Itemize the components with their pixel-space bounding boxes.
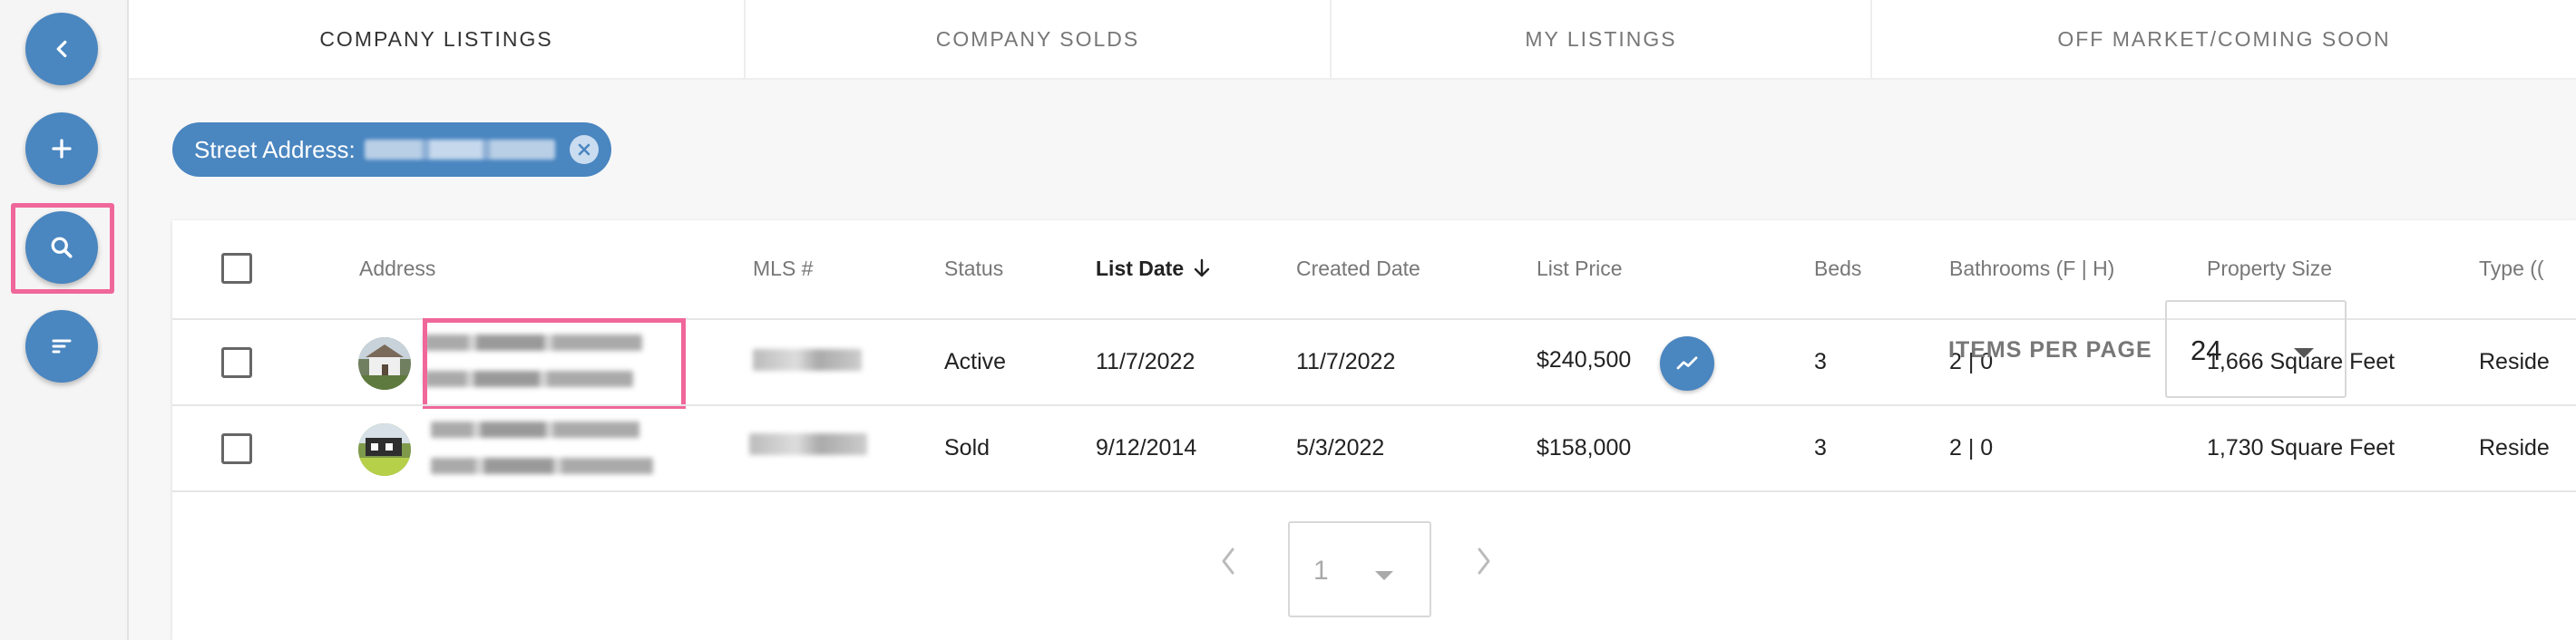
- header-type[interactable]: Type ((: [2479, 257, 2544, 281]
- header-list-date-label: List Date: [1096, 257, 1185, 280]
- row-1-created-date: 11/7/2022: [1296, 349, 1396, 374]
- street-address-filter-chip: Street Address:: [172, 122, 611, 177]
- header-mls[interactable]: MLS #: [753, 257, 813, 281]
- plus-icon: [52, 139, 72, 159]
- chevron-down-icon: [2294, 348, 2314, 358]
- chevron-left-icon: [1222, 548, 1234, 575]
- chevron-left-icon: [56, 40, 67, 58]
- row-divider: [172, 404, 2576, 406]
- row-1-list-price: $240,500: [1537, 347, 1632, 373]
- chevron-right-icon: [1478, 548, 1490, 575]
- next-page-button[interactable]: [1466, 543, 1502, 579]
- row-1-checkbox[interactable]: [221, 347, 252, 378]
- row-2-beds: 3: [1814, 435, 1827, 461]
- row-2-mls-redacted: [749, 433, 867, 455]
- add-button[interactable]: [25, 112, 98, 185]
- header-list-price[interactable]: List Price: [1537, 257, 1623, 281]
- remove-filter-button[interactable]: [570, 135, 599, 164]
- arrow-down-icon: [1194, 258, 1209, 277]
- items-per-page-label: ITEMS PER PAGE: [1948, 337, 2152, 363]
- sort-button[interactable]: [25, 310, 98, 383]
- page-number-select[interactable]: 1: [1288, 521, 1431, 617]
- header-address[interactable]: Address: [359, 257, 435, 281]
- row-1-beds: 3: [1814, 349, 1827, 374]
- tab-my-listings[interactable]: MY LISTINGS: [1332, 0, 1872, 78]
- row-1-list-date: 11/7/2022: [1096, 349, 1195, 374]
- select-all-checkbox[interactable]: [221, 253, 252, 284]
- sort-icon: [52, 339, 72, 354]
- chevron-down-icon: [1375, 571, 1393, 580]
- items-per-page-select[interactable]: 24: [2165, 300, 2347, 398]
- row-1-status: Active: [944, 349, 1007, 374]
- header-status[interactable]: Status: [944, 257, 1003, 281]
- row-2-list-date: 9/12/2014: [1096, 435, 1197, 461]
- row-2-checkbox[interactable]: [221, 433, 252, 464]
- row-2-list-price: $158,000: [1537, 435, 1632, 461]
- header-list-date[interactable]: List Date: [1096, 257, 1212, 281]
- header-beds[interactable]: Beds: [1814, 257, 1861, 281]
- search-button[interactable]: [25, 211, 98, 284]
- header-bathrooms[interactable]: Bathrooms (F | H): [1949, 257, 2114, 281]
- table-bottom-divider: [172, 490, 2576, 492]
- previous-page-button[interactable]: [1210, 543, 1246, 579]
- row-2-created-date: 5/3/2022: [1296, 435, 1385, 461]
- row-2-address-line-1-redacted: [431, 422, 639, 438]
- search-icon: [51, 237, 73, 258]
- tab-company-listings[interactable]: COMPANY LISTINGS: [129, 0, 746, 78]
- items-per-page-value: 24: [2191, 335, 2222, 366]
- row-1-type: Reside: [2479, 349, 2550, 374]
- row-2-type: Reside: [2479, 435, 2550, 461]
- row-1-mls-redacted: [753, 349, 862, 371]
- page-number-value: 1: [1313, 556, 1329, 586]
- listing-tabs: COMPANY LISTINGS COMPANY SOLDS MY LISTIN…: [129, 0, 2576, 80]
- sidebar: [0, 0, 129, 640]
- listings-table: Address MLS # Status List Date Created D…: [172, 220, 2576, 640]
- back-button[interactable]: [25, 13, 98, 85]
- row-2-property-thumbnail[interactable]: [358, 423, 411, 476]
- close-icon: [578, 143, 590, 156]
- row-2-address-line-2-redacted: [431, 458, 653, 474]
- price-history-button[interactable]: [1660, 336, 1714, 391]
- row-2-status: Sold: [944, 435, 990, 461]
- filter-chip-label: Street Address:: [194, 135, 356, 163]
- trending-up-icon: [1676, 356, 1698, 370]
- row-1-property-thumbnail[interactable]: [358, 337, 411, 390]
- row-2-property-size: 1,730 Square Feet: [2207, 435, 2395, 461]
- header-created-date[interactable]: Created Date: [1296, 257, 1420, 281]
- tab-off-market-coming-soon[interactable]: OFF MARKET/COMING SOON: [1872, 0, 2576, 78]
- filter-chip-value-redacted: [364, 140, 555, 160]
- header-property-size[interactable]: Property Size: [2207, 257, 2332, 281]
- tab-company-solds[interactable]: COMPANY SOLDS: [746, 0, 1332, 78]
- row-1-address-highlight[interactable]: [423, 318, 686, 409]
- row-2-bathrooms: 2 | 0: [1949, 435, 1994, 461]
